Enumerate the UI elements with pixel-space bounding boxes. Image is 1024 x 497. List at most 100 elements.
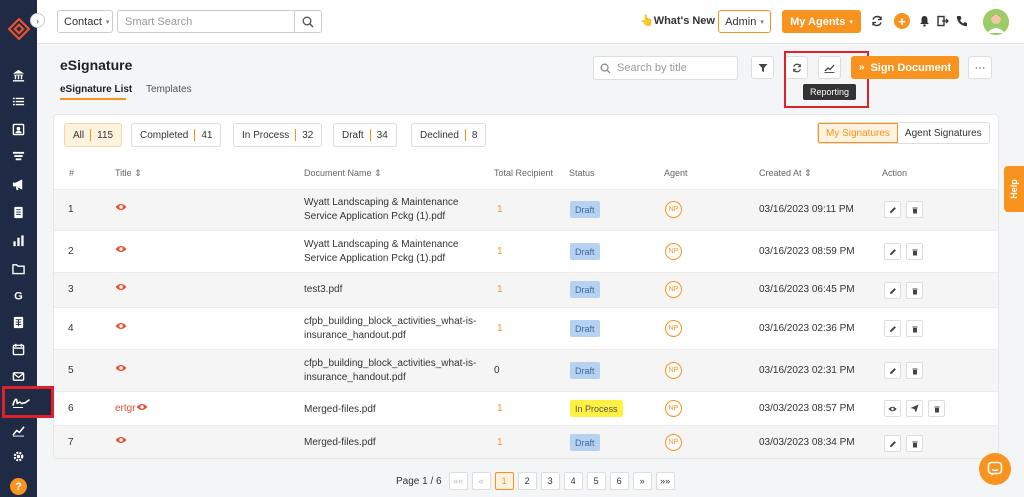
avatar[interactable] xyxy=(983,9,1009,35)
filter-in-process[interactable]: In Process 32 xyxy=(233,123,323,147)
admin-select-value: Admin xyxy=(725,15,757,28)
edit-button[interactable] xyxy=(884,362,901,379)
sign-document-button[interactable]: » Sign Document xyxy=(851,56,959,79)
my-signatures-button[interactable]: My Signatures xyxy=(818,123,898,143)
prev-page-button[interactable]: « xyxy=(471,472,491,490)
edit-button[interactable] xyxy=(884,243,901,260)
document-name[interactable]: Wyatt Landscaping & Maintenance Service … xyxy=(304,196,494,224)
document-icon[interactable] xyxy=(0,199,37,225)
esignature-icon[interactable] xyxy=(2,386,54,418)
document-name[interactable]: Merged-files.pdf xyxy=(304,436,494,450)
more-options-button[interactable]: ··· xyxy=(968,56,992,79)
edit-button[interactable] xyxy=(884,320,901,337)
add-icon[interactable]: + xyxy=(894,13,910,29)
row-title[interactable] xyxy=(115,283,127,294)
delete-button[interactable] xyxy=(906,320,923,337)
help-circle-icon[interactable]: ? xyxy=(10,478,27,495)
edit-button[interactable] xyxy=(884,435,901,452)
edit-button[interactable] xyxy=(884,282,901,299)
search-by-title-input[interactable]: Search by title xyxy=(593,56,738,80)
logout-icon[interactable] xyxy=(936,13,950,29)
page-button[interactable]: 2 xyxy=(517,472,537,490)
total-recipients: 1 xyxy=(497,437,503,448)
page-button[interactable]: 5 xyxy=(586,472,606,490)
column-header[interactable]: Document Name ⇕ xyxy=(304,168,382,179)
delete-button[interactable] xyxy=(906,201,923,218)
filter-button[interactable] xyxy=(751,56,774,79)
edit-button[interactable] xyxy=(884,201,901,218)
filter-draft[interactable]: Draft 34 xyxy=(333,123,397,147)
agent-signatures-button[interactable]: Agent Signatures xyxy=(898,123,989,143)
created-at: 03/16/2023 08:59 PM xyxy=(759,246,855,257)
list-icon[interactable] xyxy=(0,88,37,114)
eye-icon[interactable] xyxy=(115,436,127,444)
document-name[interactable]: test3.pdf xyxy=(304,283,494,297)
column-header[interactable]: Title ⇕ xyxy=(115,168,142,179)
delete-button[interactable] xyxy=(906,282,923,299)
filter-label: Completed xyxy=(140,129,189,141)
bank-icon[interactable] xyxy=(0,62,37,88)
last-page-button[interactable]: »» xyxy=(655,472,675,490)
eye-icon[interactable] xyxy=(115,322,127,330)
whats-new-link[interactable]: 👆What's New xyxy=(640,14,715,27)
chat-button[interactable] xyxy=(979,453,1011,485)
send-button[interactable] xyxy=(906,400,923,417)
row-title-text[interactable]: ertgr xyxy=(115,403,136,414)
row-title[interactable] xyxy=(115,364,127,375)
row-title[interactable] xyxy=(115,245,127,256)
refresh-icon[interactable] xyxy=(870,13,884,29)
row-title[interactable] xyxy=(115,322,127,333)
row-title[interactable] xyxy=(115,203,127,214)
eye-icon[interactable] xyxy=(115,283,127,291)
gear-icon[interactable] xyxy=(0,443,37,469)
filter-declined[interactable]: Declined 8 xyxy=(411,123,487,147)
trend-icon[interactable] xyxy=(0,417,37,443)
row-title[interactable]: ertgr xyxy=(115,403,148,414)
column-header[interactable]: Created At ⇕ xyxy=(759,168,812,179)
calendar-icon[interactable] xyxy=(0,336,37,362)
tab-esignature-list[interactable]: eSignature List xyxy=(60,84,132,95)
spreadsheet-icon[interactable] xyxy=(0,309,37,335)
delete-button[interactable] xyxy=(906,243,923,260)
search-button[interactable] xyxy=(295,10,322,33)
total-recipients: 1 xyxy=(497,284,503,295)
first-page-button[interactable]: «« xyxy=(448,472,468,490)
contact-select[interactable]: Contact ▾ xyxy=(57,10,113,33)
page-button[interactable]: 6 xyxy=(609,472,629,490)
help-tab[interactable]: Help xyxy=(1004,166,1024,212)
sidebar-toggle-icon[interactable]: › xyxy=(30,13,45,28)
document-name[interactable]: Wyatt Landscaping & Maintenance Service … xyxy=(304,238,494,266)
folder-icon[interactable] xyxy=(0,255,37,281)
delete-button[interactable] xyxy=(928,400,945,417)
my-agents-button[interactable]: My Agents ▾ xyxy=(782,10,861,33)
admin-select[interactable]: Admin ▾ xyxy=(718,10,771,33)
document-name[interactable]: cfpb_building_block_activities_what-is-i… xyxy=(304,357,494,385)
page-button[interactable]: 3 xyxy=(540,472,560,490)
bar-chart-icon[interactable] xyxy=(0,227,37,253)
tab-templates[interactable]: Templates xyxy=(146,84,192,95)
contact-card-icon[interactable] xyxy=(0,116,37,142)
document-name[interactable]: Merged-files.pdf xyxy=(304,403,494,417)
delete-button[interactable] xyxy=(906,435,923,452)
funnel-icon[interactable] xyxy=(0,143,37,169)
view-button[interactable] xyxy=(884,400,901,417)
eye-icon[interactable] xyxy=(115,364,127,372)
eye-icon[interactable] xyxy=(136,403,148,411)
status-badge: Draft xyxy=(570,201,600,218)
eye-icon[interactable] xyxy=(115,245,127,253)
filter-completed[interactable]: Completed 41 xyxy=(131,123,222,147)
created-at: 03/03/2023 08:57 PM xyxy=(759,403,855,414)
document-name[interactable]: cfpb_building_block_activities_what-is-i… xyxy=(304,315,494,343)
smart-search-input[interactable]: Smart Search xyxy=(117,10,295,33)
phone-icon[interactable] xyxy=(955,13,969,29)
bell-icon[interactable] xyxy=(917,13,931,29)
row-title[interactable] xyxy=(115,436,127,447)
page-button[interactable]: 4 xyxy=(563,472,583,490)
google-icon[interactable]: G xyxy=(0,282,37,308)
eye-icon[interactable] xyxy=(115,203,127,211)
delete-button[interactable] xyxy=(906,362,923,379)
megaphone-icon[interactable] xyxy=(0,171,37,197)
filter-all[interactable]: All 115 xyxy=(64,123,123,147)
page-button[interactable]: 1 xyxy=(494,472,514,490)
next-page-button[interactable]: » xyxy=(632,472,652,490)
